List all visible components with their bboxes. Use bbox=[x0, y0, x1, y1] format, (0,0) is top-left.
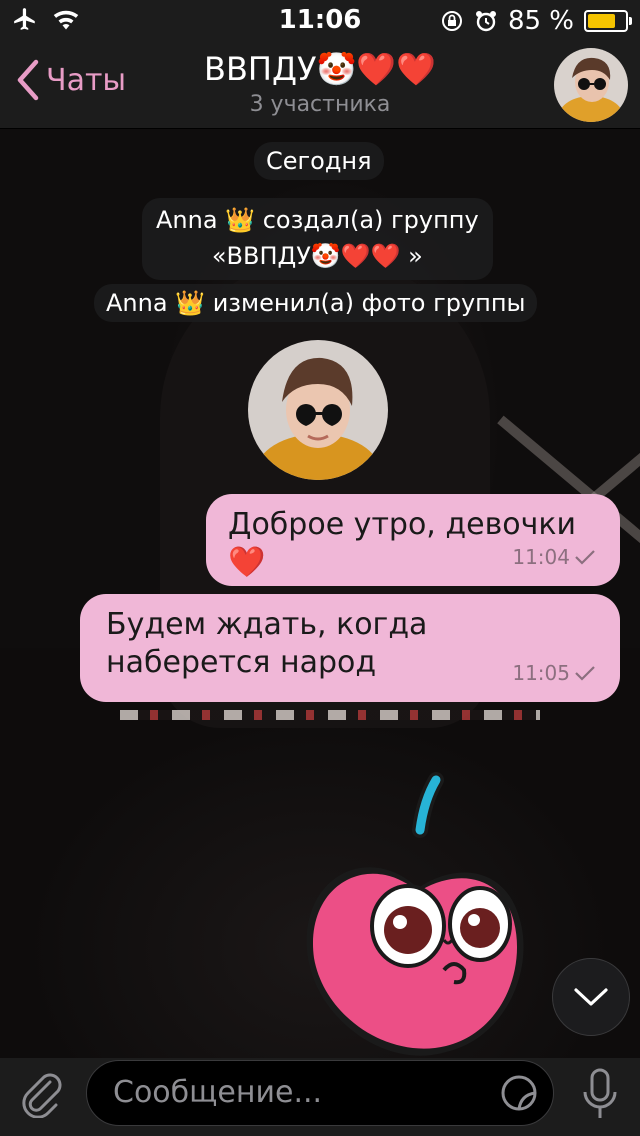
chat-header: Чаты ВВПДУ🤡❤️❤️ 3 участника bbox=[0, 40, 640, 129]
cherry-sticker[interactable] bbox=[296, 770, 536, 1058]
rotation-lock-icon bbox=[441, 11, 462, 31]
scroll-to-bottom-button[interactable] bbox=[552, 958, 630, 1036]
service-message-text: «ВВПДУ🤡❤️❤️ » bbox=[211, 242, 423, 270]
outgoing-message[interactable]: Доброе утро, девочки❤️ 11:04 bbox=[206, 494, 620, 586]
service-message-text: Anna 👑 создал(а) группу bbox=[156, 206, 479, 234]
chat-title[interactable]: ВВПДУ🤡❤️❤️ bbox=[0, 50, 640, 88]
chat-subtitle: 3 участника bbox=[249, 92, 391, 117]
sticker-icon bbox=[501, 1075, 537, 1111]
service-message-photo-changed: Anna 👑 изменил(а) фото группы bbox=[94, 284, 538, 322]
group-avatar[interactable] bbox=[554, 48, 628, 122]
voice-message-button[interactable] bbox=[582, 1068, 618, 1126]
checkmark-icon bbox=[575, 550, 595, 565]
microphone-icon bbox=[583, 1068, 617, 1118]
attach-button[interactable] bbox=[20, 1070, 64, 1122]
checkmark-icon bbox=[575, 666, 595, 681]
service-message-group-created: Anna 👑 создал(а) группу «ВВПДУ🤡❤️❤️ » bbox=[142, 198, 493, 280]
status-bar: 11:06 85 % bbox=[0, 0, 640, 40]
message-input[interactable]: Сообщение... bbox=[86, 1060, 554, 1126]
battery-level bbox=[588, 14, 615, 28]
message-meta: 11:04 bbox=[512, 538, 596, 576]
input-bar: Сообщение... bbox=[0, 1058, 640, 1136]
paperclip-icon bbox=[22, 1073, 62, 1119]
outgoing-message[interactable]: Будем ждать, когда наберется народ 11:05 bbox=[80, 594, 620, 702]
message-input-placeholder: Сообщение... bbox=[113, 1075, 323, 1110]
date-separator: Сегодня bbox=[254, 142, 384, 180]
alarm-icon bbox=[475, 11, 496, 32]
wallpaper-shape bbox=[120, 710, 540, 720]
group-photo[interactable] bbox=[248, 340, 388, 480]
message-time: 11:05 bbox=[512, 661, 570, 685]
battery-icon bbox=[584, 10, 632, 32]
chevron-down-icon bbox=[574, 988, 608, 1006]
battery-percent: 85 % bbox=[507, 6, 574, 36]
sticker-button[interactable] bbox=[499, 1073, 539, 1117]
message-meta: 11:05 bbox=[512, 654, 596, 692]
message-time: 11:04 bbox=[512, 545, 570, 569]
